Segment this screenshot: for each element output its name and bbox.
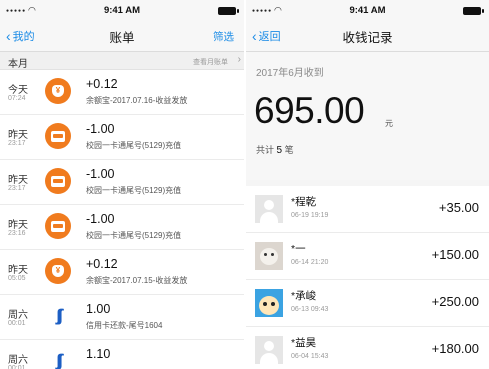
bill-description: 余额宝-2017.07.15-收益发放 xyxy=(86,276,188,285)
back-label: 我的 xyxy=(12,31,35,43)
receipt-list: *程乾 06-19 19:19 +35.00 *一 06-14 21:20 +150.00… xyxy=(246,186,489,369)
payer-name: *一 xyxy=(291,243,306,255)
bill-description: 校园一卡通尾号(5129)充值 xyxy=(86,186,182,195)
receipt-row[interactable]: *一 06-14 21:20 +150.00 xyxy=(246,233,489,280)
page-title: 账单 xyxy=(109,31,135,45)
bill-time: 00:01 xyxy=(8,365,26,369)
battery-icon xyxy=(463,7,484,15)
chevron-left-icon: ‹ xyxy=(252,28,257,44)
receipt-row[interactable]: *益昊 06-04 15:43 +180.00 xyxy=(246,327,489,369)
month-label: 本月 xyxy=(8,59,28,70)
receipt-summary: 2017年6月收到 695.00 元 共计 5 笔 xyxy=(246,52,489,180)
bill-time: 05:05 xyxy=(8,275,26,282)
yuebao-icon xyxy=(45,78,71,104)
bill-time: 23:16 xyxy=(8,230,26,237)
bill-time: 00:01 xyxy=(8,320,26,327)
receipt-time: 06-19 19:19 xyxy=(291,212,329,219)
bill-description: 校园一卡通尾号(5129)充值 xyxy=(86,141,182,150)
receipt-amount: +250.00 xyxy=(431,294,479,309)
receipt-amount: +180.00 xyxy=(431,341,479,356)
status-bar: ●●●●● ◠ 9:41 AM xyxy=(0,0,244,20)
receipt-time: 06-14 21:20 xyxy=(291,259,329,266)
bill-day: 昨天 xyxy=(8,130,28,141)
status-time: 9:41 AM xyxy=(349,5,386,16)
bill-amount: +0.12 xyxy=(86,77,118,91)
bill-row[interactable]: 周六 00:01 ∫∫ 1.10 xyxy=(0,340,244,369)
bill-day: 昨天 xyxy=(8,220,28,231)
campus-card-icon xyxy=(45,213,71,239)
summary-count: 共计 5 笔 xyxy=(256,143,294,156)
bill-row[interactable]: 昨天 23:17 -1.00 校园一卡通尾号(5129)充值 xyxy=(0,160,244,205)
status-time: 9:41 AM xyxy=(103,5,141,16)
count-value: 5 xyxy=(276,145,283,156)
back-label: 返回 xyxy=(258,31,281,43)
bill-row[interactable]: 今天07:24 +0.12 余额宝-2017.07.16-收益发放 xyxy=(0,70,244,115)
bank-logo-icon: ∫∫ xyxy=(45,348,71,369)
status-bar: ●●●●● ◠ 9:41 AM xyxy=(246,0,489,20)
battery-icon xyxy=(218,7,239,15)
bill-day: 周六 xyxy=(8,355,28,366)
campus-card-icon xyxy=(45,168,71,194)
chevron-left-icon: ‹ xyxy=(6,28,11,44)
bill-amount: -1.00 xyxy=(86,212,115,226)
payer-name: *承峻 xyxy=(291,290,317,302)
bill-time: 23:17 xyxy=(8,140,26,147)
receipt-amount: +35.00 xyxy=(438,200,479,215)
default-avatar-icon xyxy=(255,195,283,223)
bill-amount: +0.12 xyxy=(86,257,118,271)
bank-logo-icon: ∫∫ xyxy=(45,303,71,329)
bill-day: 今天 xyxy=(8,85,28,96)
bill-list: 今天07:24+0.12余额宝-2017.07.16-收益发放昨天23:17-1… xyxy=(0,70,244,369)
bill-row[interactable]: 昨天 23:16 -1.00 校园一卡通尾号(5129)充值 xyxy=(0,205,244,250)
receipt-row[interactable]: *承峻 06-13 09:43 +250.00 xyxy=(246,280,489,327)
yuebao-icon xyxy=(45,258,71,284)
page-title: 收钱记录 xyxy=(342,31,393,45)
payer-name: *益昊 xyxy=(291,337,317,349)
back-button[interactable]: ‹ 我的 xyxy=(6,28,35,44)
bill-time: 23:17 xyxy=(8,185,26,192)
dog-photo-avatar xyxy=(255,242,283,270)
receipt-row[interactable]: *程乾 06-19 19:19 +35.00 xyxy=(246,186,489,233)
bill-row[interactable]: 昨天 23:17 -1.00 校园一卡通尾号(5129)充值 xyxy=(0,115,244,160)
bill-amount: -1.00 xyxy=(86,122,115,136)
receipt-time: 06-04 15:43 xyxy=(291,353,329,360)
summary-total: 695.00 xyxy=(254,90,365,131)
receipt-time: 06-13 09:43 xyxy=(291,306,329,313)
nav-bar: ‹ 返回 收钱记录 xyxy=(246,20,489,52)
bill-description: 余额宝-2017.07.16-收益发放 xyxy=(86,96,188,105)
filter-button[interactable]: 筛选 xyxy=(213,29,234,44)
month-section-header: 本月 查看月账单 › xyxy=(0,52,244,70)
bill-day: 昨天 xyxy=(8,175,28,186)
bill-screen: ●●●●● ◠ 9:41 AM ‹ 我的 账单 筛选 本月 查看月账单 › 今天… xyxy=(0,0,244,369)
bill-row[interactable]: 昨天05:05 +0.12 余额宝-2017.07.15-收益发放 xyxy=(0,250,244,295)
receipt-screen: ●●●●● ◠ 9:41 AM ‹ 返回 收钱记录 2017年6月收到 695.… xyxy=(246,0,489,369)
bill-time: 07:24 xyxy=(8,95,26,102)
bill-day: 昨天 xyxy=(8,265,28,276)
bill-day: 周六 xyxy=(8,310,28,321)
bill-row[interactable]: 周六 00:01 ∫∫ 1.00 信用卡还款-尾号1604 xyxy=(0,295,244,340)
summary-period: 2017年6月收到 xyxy=(256,68,324,79)
count-prefix: 共计 xyxy=(256,145,275,155)
back-button[interactable]: ‹ 返回 xyxy=(252,28,281,44)
nav-bar: ‹ 我的 账单 筛选 xyxy=(0,20,244,52)
bill-amount: -1.00 xyxy=(86,167,115,181)
bill-amount: 1.00 xyxy=(86,302,111,316)
cartoon-avatar xyxy=(255,289,283,317)
payer-name: *程乾 xyxy=(291,196,317,208)
bill-description: 校园一卡通尾号(5129)充值 xyxy=(86,231,182,240)
default-avatar-icon xyxy=(255,336,283,364)
campus-card-icon xyxy=(45,123,71,149)
receipt-amount: +150.00 xyxy=(431,247,479,262)
bill-description: 信用卡还款-尾号1604 xyxy=(86,321,163,330)
chevron-right-icon: › xyxy=(237,54,241,65)
currency-unit: 元 xyxy=(385,119,393,128)
bill-amount: 1.10 xyxy=(86,347,111,361)
count-suffix: 笔 xyxy=(284,145,294,155)
monthly-bill-link[interactable]: 查看月账单 xyxy=(193,57,228,67)
